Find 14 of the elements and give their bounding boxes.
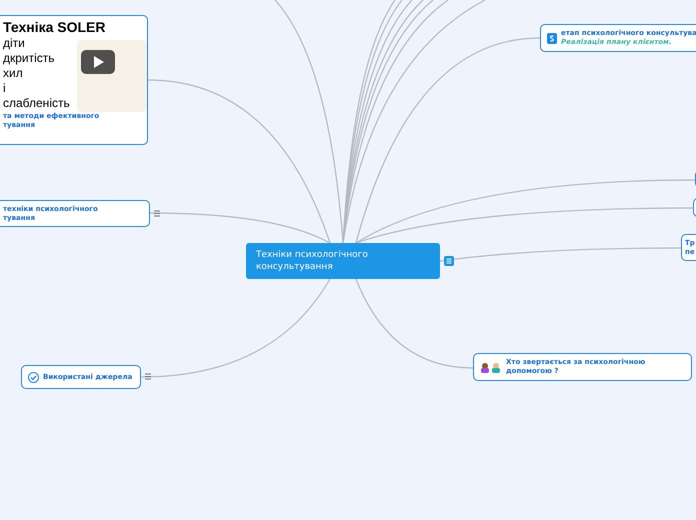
stage-icon: [547, 32, 557, 44]
play-icon[interactable]: [81, 50, 115, 74]
people-icon: [480, 362, 502, 372]
notes-icon[interactable]: [154, 210, 160, 216]
notes-icon[interactable]: [444, 256, 454, 266]
list-text: дкритість: [3, 51, 56, 66]
topic-title: Техніка SOLER: [3, 18, 106, 36]
notes-icon[interactable]: [145, 373, 151, 380]
check-icon: [28, 372, 39, 382]
list-text: і: [3, 81, 7, 96]
central-topic[interactable]: Техніки психологічного консультування: [246, 243, 440, 279]
list-text: слабленість: [3, 96, 71, 111]
list-text: хил: [3, 66, 24, 81]
list-text: діти: [3, 36, 26, 51]
